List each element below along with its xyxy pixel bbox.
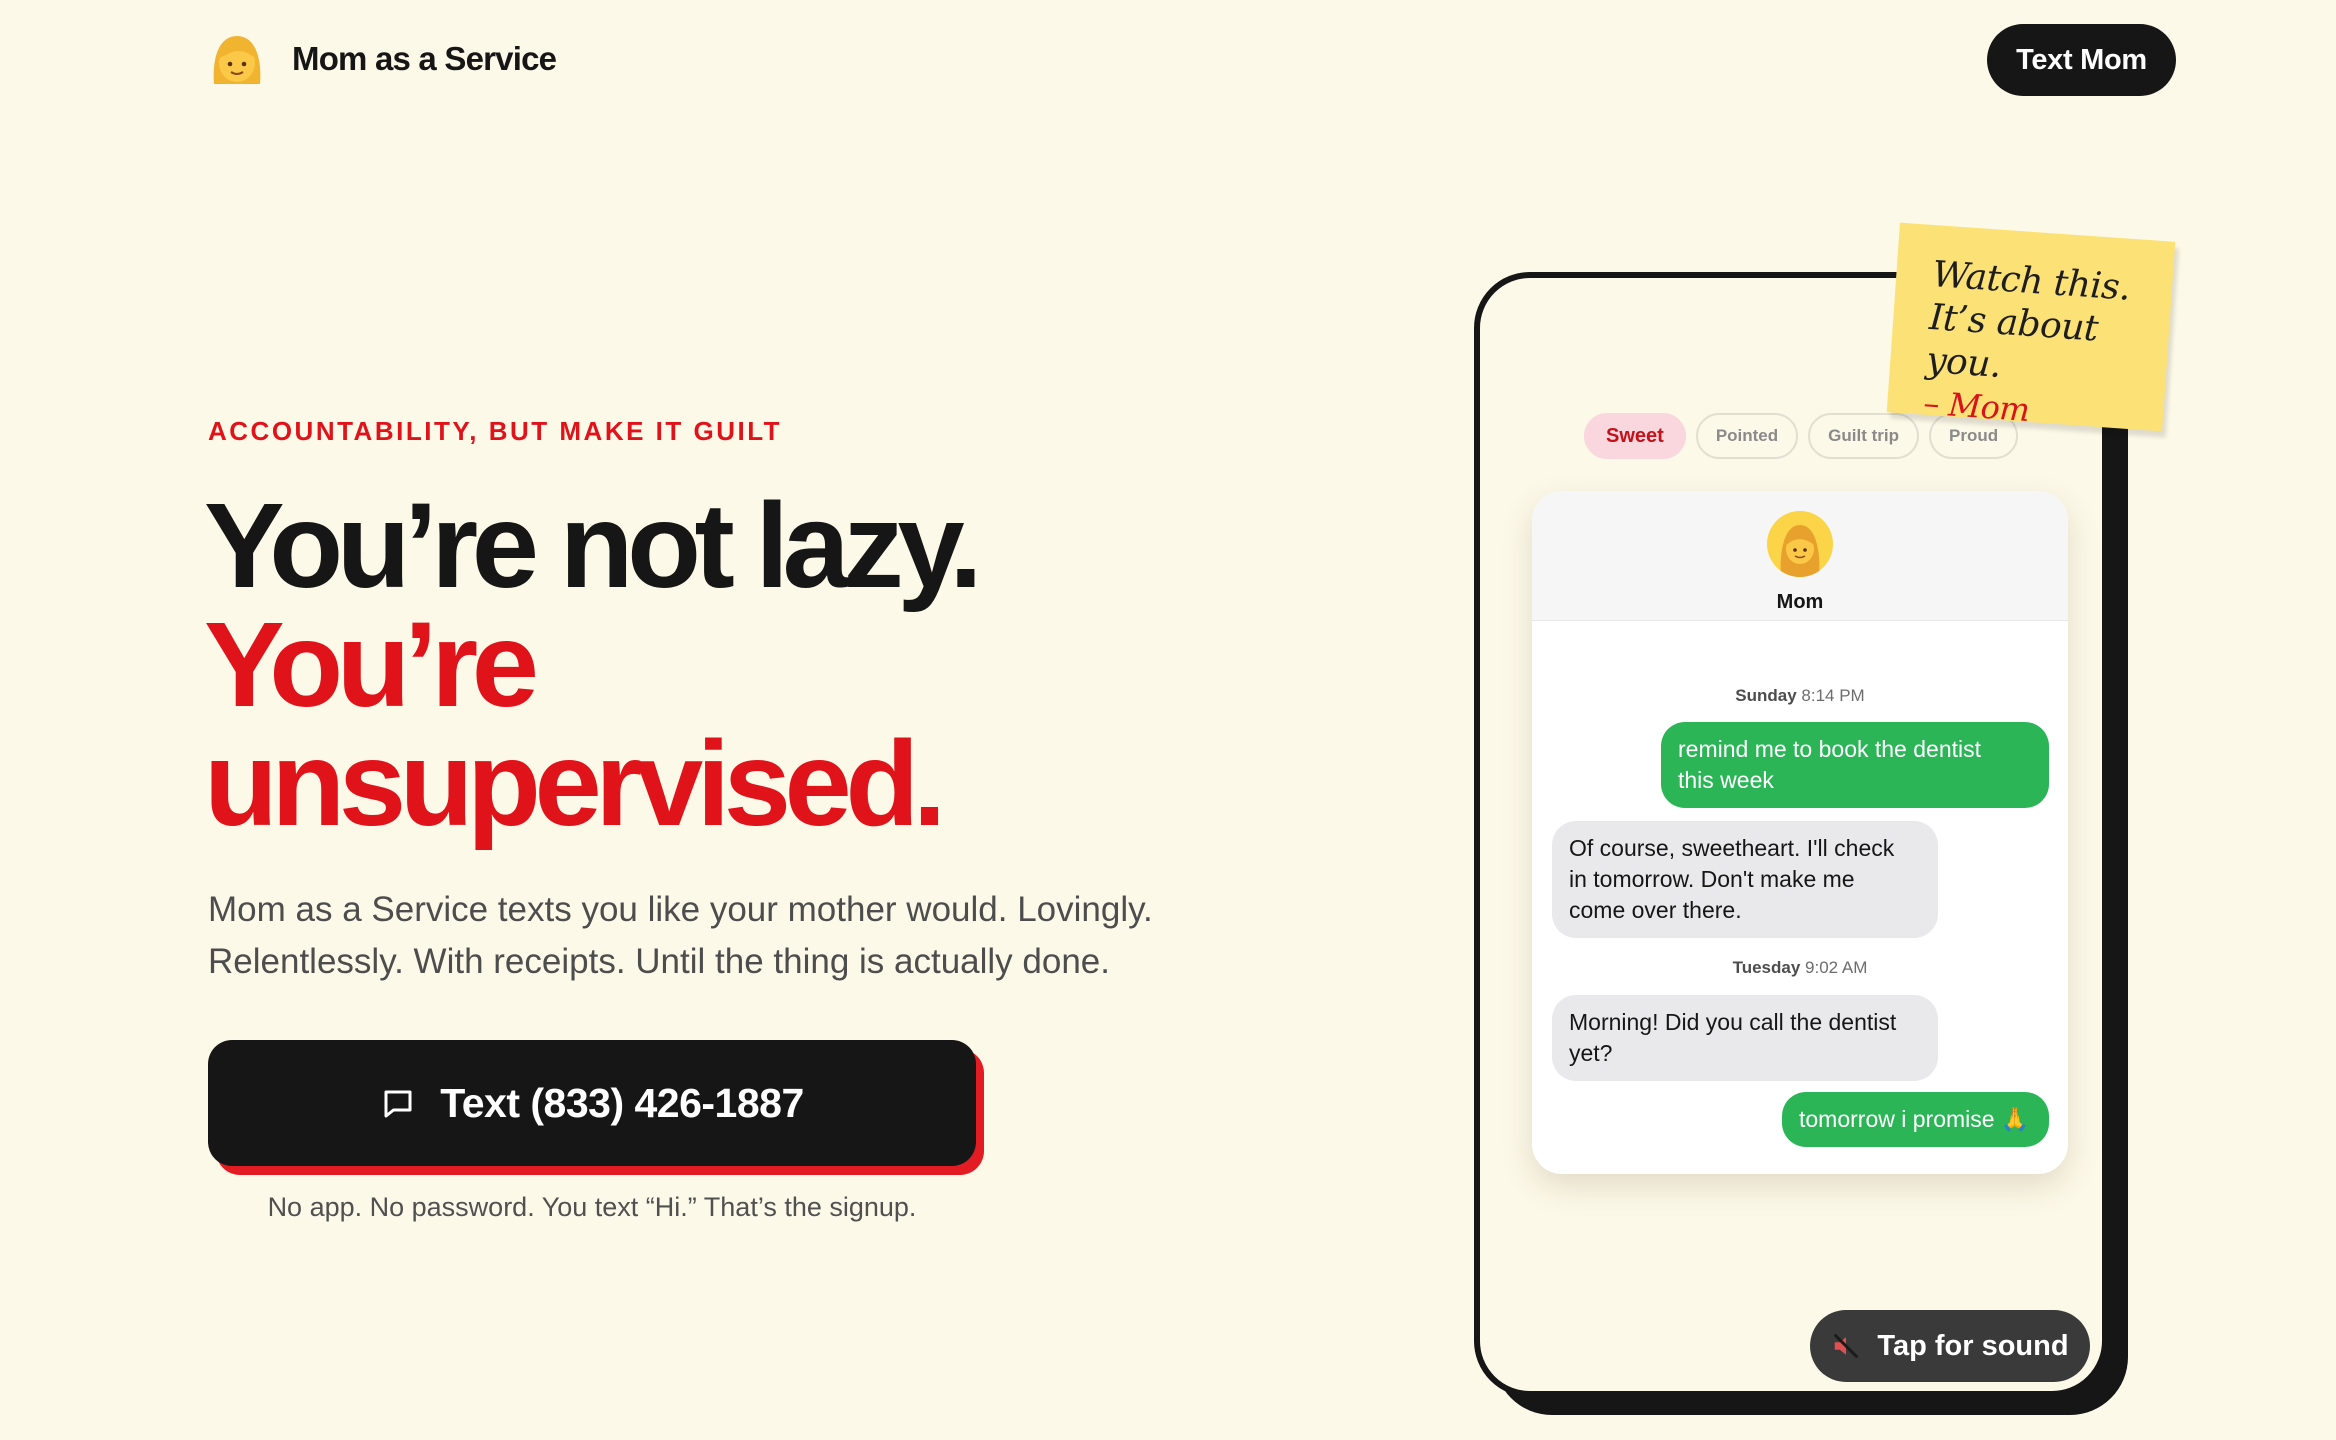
message-bubble-incoming: Of course, sweetheart. I'll check in tom…: [1552, 821, 1938, 938]
hero-eyebrow: ACCOUNTABILITY, BUT MAKE IT GUILT: [208, 416, 783, 446]
brand-logo[interactable]: Mom as a Service: [208, 30, 557, 88]
message-bubble-incoming: Morning! Did you call the dentist yet?: [1552, 995, 1938, 1081]
description-line-2: Relentlessly. With receipts. Until the t…: [208, 942, 1110, 981]
cta-label: Text (833) 426-1887: [440, 1079, 804, 1126]
sticky-note: Watch this. It’s about you. – Mom: [1886, 222, 2176, 432]
brand-name: Mom as a Service: [292, 40, 557, 77]
text-mom-button[interactable]: Text Mom: [1987, 24, 2176, 96]
sticky-line-2: It’s about you.: [1924, 296, 2100, 386]
text-phone-number-button[interactable]: Text (833) 426-1887: [208, 1040, 976, 1166]
chat-bubble-icon: [380, 1085, 416, 1121]
thread-header: Mom: [1532, 491, 2068, 621]
message-bubble-outgoing: remind me to book the dentist this week: [1661, 722, 2049, 808]
sound-label: Tap for sound: [1877, 1329, 2069, 1362]
tab-pointed[interactable]: Pointed: [1695, 413, 1799, 459]
message-thread: Mom Sunday 8:14 PM remind me to book the…: [1532, 491, 2068, 1174]
tap-for-sound-button[interactable]: Tap for sound: [1810, 1310, 2090, 1382]
timestamp: Sunday 8:14 PM: [1735, 686, 1865, 705]
phone-mockup: Sweet Pointed Guilt trip Proud Mom Sunda…: [1474, 272, 2108, 1397]
hero-description: Mom as a Service texts you like your mot…: [208, 884, 1308, 988]
woman-emoji-icon: [208, 30, 266, 88]
cta-note: No app. No password. You text “Hi.” That…: [267, 1192, 917, 1222]
tab-guilt-trip[interactable]: Guilt trip: [1808, 413, 1919, 459]
muted-speaker-icon: [1831, 1331, 1861, 1361]
headline-line-1: You’re not lazy.: [204, 477, 983, 613]
avatar: [1767, 511, 1833, 577]
message-bubble-outgoing: tomorrow i promise 🙏: [1782, 1092, 2049, 1147]
description-line-1: Mom as a Service texts you like your mot…: [208, 890, 1153, 929]
tab-sweet[interactable]: Sweet: [1584, 413, 1686, 459]
contact-name: Mom: [1776, 591, 1824, 613]
hero-headline: You’re not lazy. You’re unsupervised.: [204, 477, 1304, 851]
headline-line-2: You’re: [204, 596, 539, 732]
headline-line-3: unsupervised.: [204, 715, 946, 851]
timestamp: Tuesday 9:02 AM: [1732, 958, 1868, 977]
